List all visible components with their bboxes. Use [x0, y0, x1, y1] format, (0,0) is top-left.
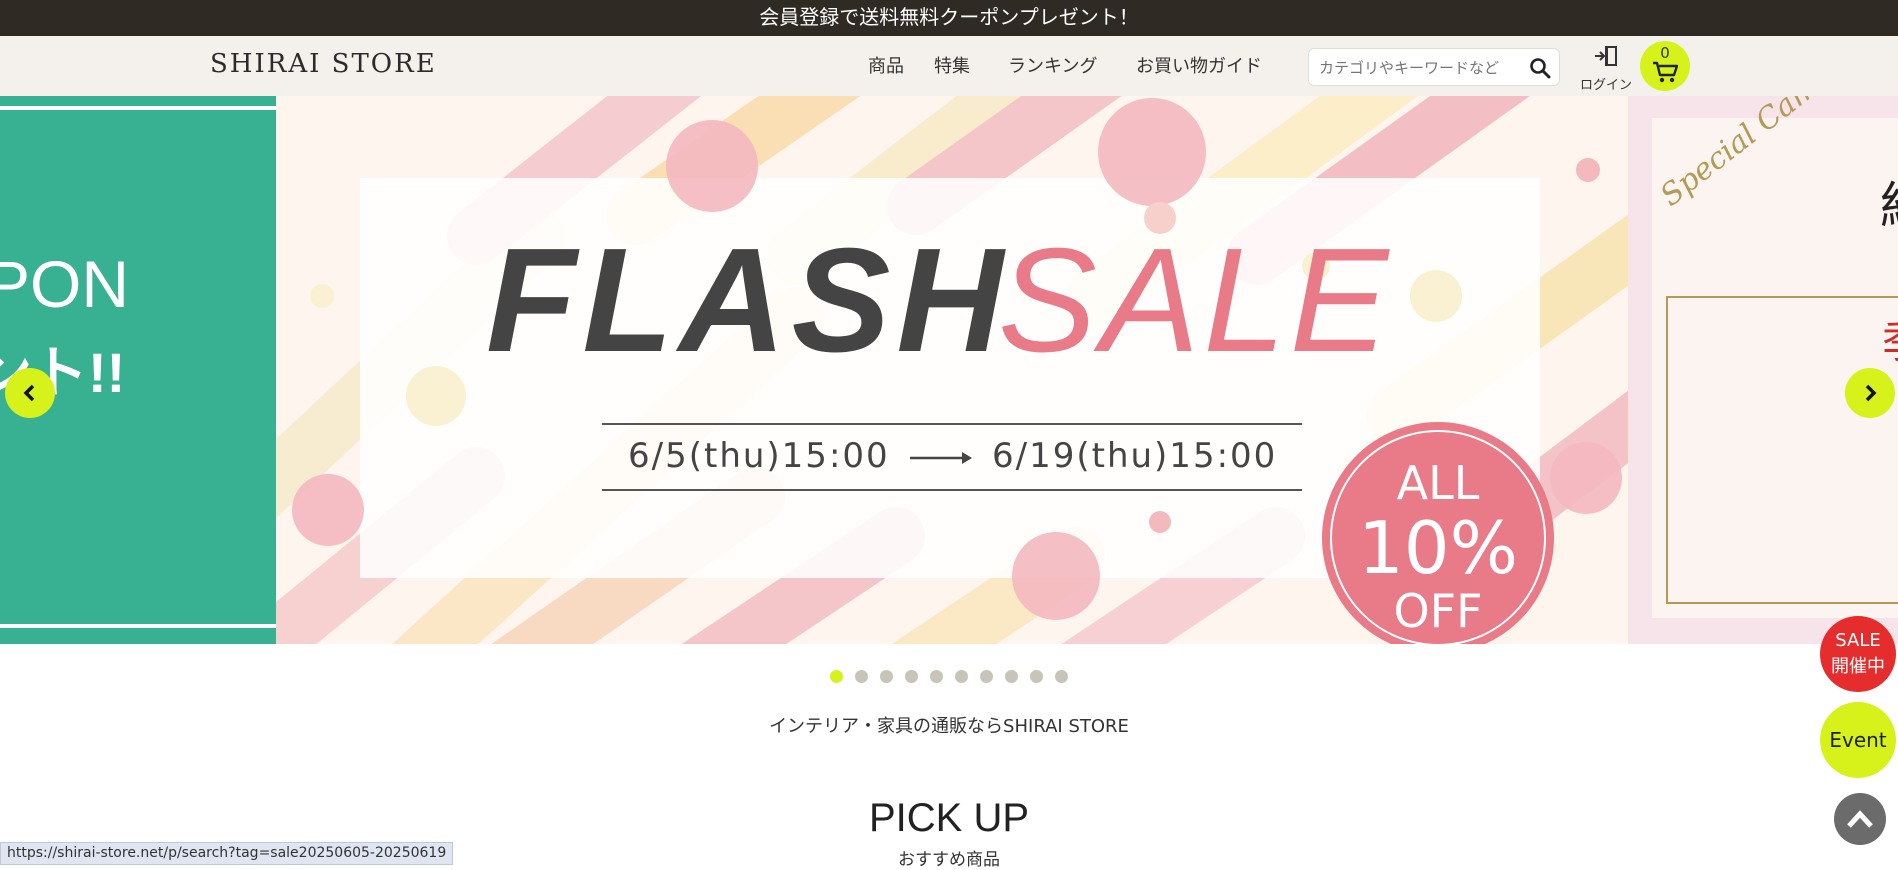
cart-count-badge: 0 [1660, 44, 1670, 62]
sale-floating-label-1: SALE [1835, 630, 1881, 651]
discount-badge-line3: OFF [1393, 584, 1483, 638]
chevron-right-icon [1865, 384, 1877, 402]
carousel-dot[interactable] [1005, 670, 1018, 683]
carousel-dot[interactable] [880, 670, 893, 683]
chevron-up-icon [1847, 810, 1873, 828]
carousel-dot[interactable] [955, 670, 968, 683]
site-header: SHIRAI STORE 商品 特集 ランキング お買い物ガイド ログイン 0 [0, 36, 1898, 96]
campaign-frame [1666, 296, 1898, 604]
login-door-icon [1593, 46, 1619, 72]
announcement-bar[interactable]: 会員登録で送料無料クーポンプレゼント！ [0, 0, 1898, 36]
carousel-prev-button[interactable] [5, 368, 55, 418]
search-input[interactable] [1319, 57, 1519, 79]
nav-features[interactable]: 特集 [934, 52, 970, 78]
sale-end-date: 6/19(thu)15:00 [992, 436, 1278, 476]
sale-start-date: 6/5(thu)15:00 [628, 436, 890, 476]
campaign-heading: 紹 [1880, 166, 1898, 238]
carousel-dot[interactable] [830, 670, 843, 683]
sale-floating-label-2: 開催中 [1831, 656, 1885, 677]
cart-icon [1652, 61, 1679, 87]
event-floating-button[interactable]: Event [1820, 702, 1896, 778]
pickup-title: PICK UP [868, 796, 1030, 840]
hero-carousel[interactable]: PON ント!! [0, 96, 1898, 644]
site-logo[interactable]: SHIRAI STORE [210, 49, 437, 79]
carousel-dot[interactable] [855, 670, 868, 683]
carousel-dot[interactable] [1055, 670, 1068, 683]
campaign-subheading: 季 [1882, 306, 1898, 370]
carousel-dot[interactable] [1030, 670, 1043, 683]
nav-ranking[interactable]: ランキング [1008, 52, 1097, 78]
browser-status-url: https://shirai-store.net/p/search?tag=sa… [0, 842, 454, 865]
carousel-next-button[interactable] [1845, 368, 1895, 418]
event-floating-label: Event [1829, 728, 1887, 752]
slide-flash-sale[interactable]: FLASH SALE 6/5(thu)15:00 6/19(thu)15:00 … [276, 96, 1628, 644]
flash-sale-title-flash: FLASH [486, 218, 1010, 383]
announcement-text[interactable]: 会員登録で送料無料クーポンプレゼント！ [759, 5, 1138, 29]
nav-shopping-guide[interactable]: お買い物ガイド [1136, 52, 1262, 78]
discount-badge: ALL 10% OFF [1322, 422, 1554, 644]
discount-badge-line1: ALL [1396, 456, 1480, 510]
slide-coupon-text-1: PON [0, 247, 130, 321]
search-icon[interactable] [1529, 57, 1551, 79]
carousel-dot[interactable] [905, 670, 918, 683]
search-box [1308, 48, 1560, 86]
nav-products[interactable]: 商品 [868, 52, 904, 78]
slide-stripe [0, 624, 276, 628]
cart-button[interactable]: 0 [1640, 41, 1690, 91]
login-button[interactable]: ログイン [1578, 44, 1634, 93]
carousel-dot[interactable] [980, 670, 993, 683]
slide-stripe [0, 106, 276, 110]
carousel-dot[interactable] [930, 670, 943, 683]
login-label: ログイン [1579, 78, 1632, 93]
back-to-top-button[interactable] [1834, 793, 1886, 845]
discount-badge-line2: 10% [1357, 506, 1519, 590]
chevron-left-icon [23, 384, 35, 402]
site-tagline: インテリア・家具の通販ならSHIRAI STORE [769, 716, 1129, 737]
sale-floating-button[interactable]: SALE 開催中 [1820, 616, 1896, 692]
flash-sale-title-sale: SALE [998, 218, 1393, 383]
